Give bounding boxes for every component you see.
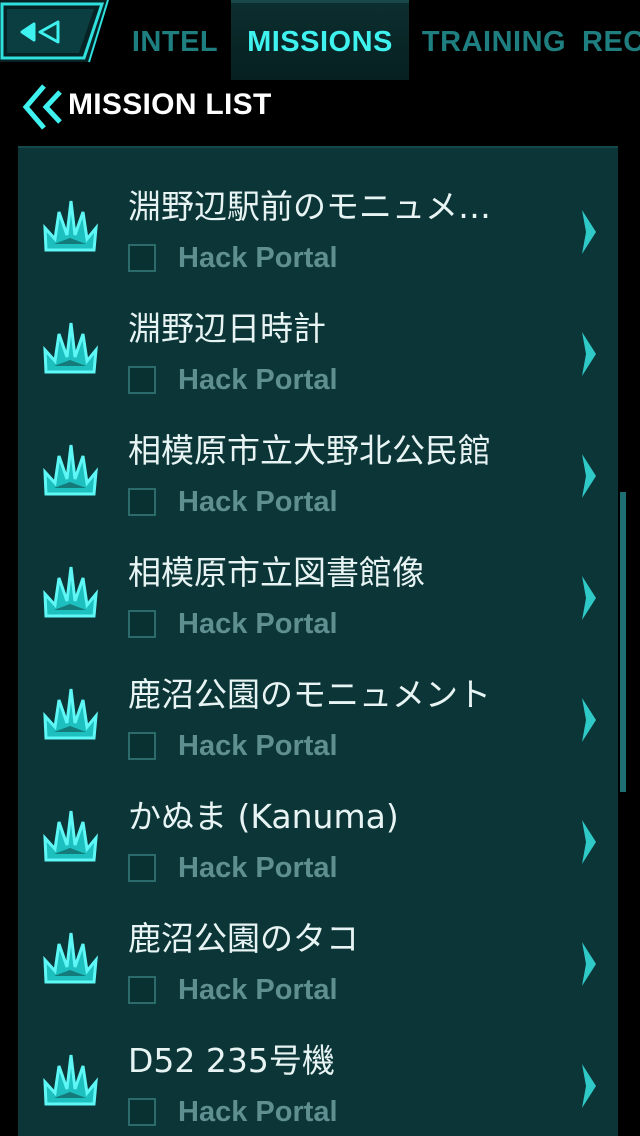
tab-missions[interactable]: MISSIONS [231,0,409,80]
task-checkbox [128,1098,156,1126]
mission-row[interactable]: かぬま (Kanuma) Hack Portal [18,756,618,884]
mission-row[interactable]: D52 235号機 Hack Portal [18,1000,618,1128]
mission-title: 淵野辺日時計 [128,309,326,348]
mission-title: かぬま (Kanuma) [128,797,399,836]
portal-hack-burst-icon [43,810,98,862]
tab-intel[interactable]: INTEL [120,0,230,80]
mission-row[interactable]: 相模原市立大野北公民館 Hack Portal [18,390,618,518]
top-bar: INTEL MISSIONS TRAINING REC [0,0,640,80]
page-title: MISSION LIST [68,88,272,121]
chevron-right-icon [582,454,596,498]
task-label: Hack Portal [178,1096,338,1128]
app-root: INTEL MISSIONS TRAINING REC MISSION LIST… [0,0,640,1136]
portal-hack-burst-icon [43,566,98,618]
mission-title: 相模原市立図書館像 [128,553,425,592]
mission-title: 相模原市立大野北公民館 [128,431,491,470]
back-button[interactable] [0,0,116,70]
mission-title: 淵野辺駅前のモニュメ… [128,187,491,226]
chevron-right-icon [582,210,596,254]
mission-row[interactable]: 相模原市立図書館像 Hack Portal [18,512,618,640]
mission-row[interactable]: 淵野辺日時計 Hack Portal [18,268,618,396]
mission-title: 鹿沼公園のタコ [128,919,359,958]
tab-rec[interactable]: REC [582,0,640,80]
portal-hack-burst-icon [43,688,98,740]
mission-row[interactable]: 鹿沼公園のモニュメント Hack Portal [18,634,618,762]
scrollbar[interactable] [620,492,626,792]
mission-title: D52 235号機 [128,1041,335,1080]
tab-training[interactable]: TRAINING [415,0,573,80]
mission-row[interactable]: 淵野辺駅前のモニュメ… Hack Portal [18,146,618,274]
portal-hack-burst-icon [43,1054,98,1106]
chevron-right-icon [582,820,596,864]
portal-hack-burst-icon [43,932,98,984]
chevron-right-icon [582,576,596,620]
portal-hack-burst-icon [43,444,98,496]
portal-hack-burst-icon [43,200,98,252]
double-chevron-left-icon [22,84,62,130]
chevron-right-icon [582,332,596,376]
mission-list[interactable]: 淵野辺駅前のモニュメ… Hack Portal 淵野辺日時計 Hack Port… [18,146,618,1136]
mission-row[interactable]: 鹿沼公園のタコ Hack Portal [18,878,618,1006]
chevron-right-icon [582,698,596,742]
portal-hack-burst-icon [43,322,98,374]
chevron-right-icon [582,942,596,986]
tab-bar: INTEL MISSIONS TRAINING REC [120,0,640,80]
chevron-right-icon [582,1064,596,1108]
mission-title: 鹿沼公園のモニュメント [128,675,491,714]
back-arrow-icon [0,0,109,63]
mission-list-header[interactable]: MISSION LIST [22,80,622,136]
